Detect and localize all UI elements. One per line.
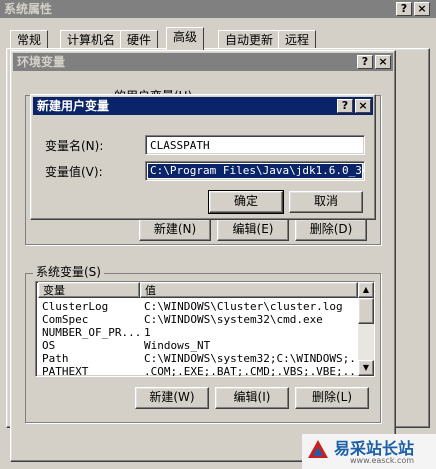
- system-edit-button[interactable]: 编辑(I): [215, 387, 289, 409]
- row-value: C:\WINDOWS\system32\cmd.exe: [144, 313, 323, 326]
- tab-remote[interactable]: 远程: [278, 30, 317, 50]
- list-scrollbar[interactable]: ▲ ▼: [358, 282, 374, 376]
- close-button[interactable]: ×: [355, 99, 371, 113]
- row-value: .COM;.EXE;.BAT;.CMD;.VBS;.VBE;...: [144, 365, 358, 377]
- row-name: ComSpec: [42, 313, 89, 326]
- watermark: 易采站长站 www.easck.com: [302, 434, 436, 469]
- variable-name-label: 变量名(N):: [45, 139, 104, 153]
- new-user-variable-title: 新建用户变量: [37, 99, 110, 113]
- system-properties-titlebar: 系统属性 ? ×: [0, 0, 436, 18]
- row-value: 1: [144, 326, 151, 339]
- row-name: OS: [42, 339, 56, 352]
- tab-hardware[interactable]: 硬件: [120, 30, 159, 50]
- table-row[interactable]: PATHEXT .COM;.EXE;.BAT;.CMD;.VBS;.VBE;..…: [36, 365, 358, 377]
- user-new-button[interactable]: 新建(N): [139, 219, 211, 241]
- system-delete-button[interactable]: 删除(L): [295, 387, 369, 409]
- table-row[interactable]: Path C:\WINDOWS\system32;C:\WINDOWS;...: [36, 352, 358, 365]
- close-button[interactable]: ×: [375, 55, 391, 69]
- environment-variables-title: 环境变量: [17, 55, 66, 69]
- table-row[interactable]: ClusterLog C:\WINDOWS\Cluster\cluster.lo…: [36, 300, 358, 313]
- row-name: PATHEXT: [42, 365, 89, 377]
- variable-name-field[interactable]: [145, 135, 365, 155]
- scroll-up-arrow-icon[interactable]: ▲: [358, 282, 374, 298]
- user-delete-button[interactable]: 删除(D): [295, 219, 367, 241]
- row-value: C:\WINDOWS\Cluster\cluster.log: [144, 300, 343, 313]
- table-row[interactable]: OS Windows_NT: [36, 339, 358, 352]
- row-value: Windows_NT: [144, 339, 211, 352]
- variable-value-selected-text: C:\Program Files\Java\jdk1.6.0_34\li: [148, 164, 365, 178]
- variable-value-label: 变量值(V):: [45, 165, 103, 179]
- system-properties-title: 系统属性: [4, 2, 53, 16]
- help-button[interactable]: ?: [396, 2, 412, 16]
- user-edit-button[interactable]: 编辑(E): [217, 219, 289, 241]
- column-header-value[interactable]: 值: [140, 282, 358, 298]
- variable-value-field[interactable]: C:\Program Files\Java\jdk1.6.0_34\li: [145, 161, 365, 181]
- system-new-button[interactable]: 新建(W): [135, 387, 209, 409]
- system-variables-label: 系统变量(S): [33, 263, 104, 280]
- brand-logo-icon: [306, 438, 330, 462]
- row-name: Path: [42, 352, 69, 365]
- help-button[interactable]: ?: [357, 55, 373, 69]
- new-user-variable-titlebar: 新建用户变量 ? ×: [33, 97, 373, 115]
- cancel-button[interactable]: 取消: [289, 191, 363, 213]
- table-row[interactable]: NUMBER_OF_PR... 1: [36, 326, 358, 339]
- row-name: NUMBER_OF_PR...: [42, 326, 142, 339]
- table-row[interactable]: ComSpec C:\WINDOWS\system32\cmd.exe: [36, 313, 358, 326]
- close-button[interactable]: ×: [414, 2, 430, 16]
- column-header-variable[interactable]: 变量: [38, 282, 140, 298]
- system-variables-list[interactable]: 变量 值 ClusterLog C:\WINDOWS\Cluster\clust…: [35, 281, 375, 377]
- help-button[interactable]: ?: [337, 99, 353, 113]
- scrollbar-thumb[interactable]: [358, 298, 374, 324]
- tab-computer-name[interactable]: 计算机名: [60, 30, 123, 50]
- environment-variables-titlebar: 环境变量 ? ×: [13, 53, 393, 71]
- row-name: ClusterLog: [42, 300, 109, 313]
- tab-automatic-updates[interactable]: 自动更新: [218, 30, 281, 50]
- tab-general[interactable]: 常规: [10, 30, 49, 50]
- scroll-down-arrow-icon[interactable]: ▼: [358, 360, 374, 376]
- ok-button[interactable]: 确定: [208, 190, 284, 214]
- new-user-variable-dialog: 新建用户变量 ? × 变量名(N): 变量值(V): C:\Program Fi…: [30, 94, 376, 220]
- row-value: C:\WINDOWS\system32;C:\WINDOWS;...: [144, 352, 358, 365]
- brand-url: www.easck.com: [350, 456, 415, 465]
- tab-advanced[interactable]: 高级: [166, 27, 205, 50]
